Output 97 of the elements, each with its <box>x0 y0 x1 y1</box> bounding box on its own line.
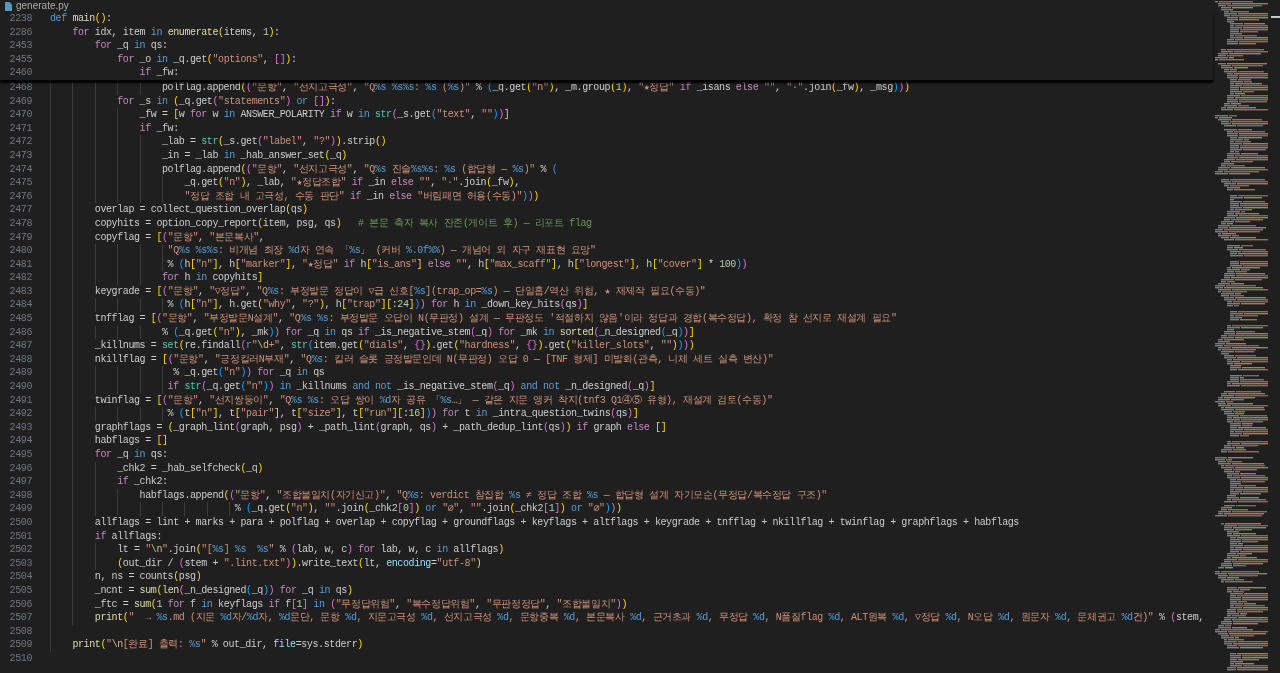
line-number: 2453 <box>9 39 32 53</box>
code-line: lt = "\n".join("[%s] %s %s" % (lab, w, c) for lab, w, c in allflags) <box>117 543 504 557</box>
line-number: 2498 <box>9 488 32 503</box>
code-line: polflag.append(("문항", "선지고극성", "Q%s 진술%s%s: %s (합답형 — %s)" % ( <box>162 162 558 177</box>
line-number: 2505 <box>9 583 32 598</box>
code-line: print(" → %s.md (지문 %d자/%d자, %d문단, 문항 %d, 지문고극성 %d, 선지고극성 %d, 문항중복 %d, 본문복사 %d, 근거초과 %d, 무정답 %d, N품질flag %d, ALT원복 %d, ▽정답 %d, N오답 %d, 원문자 %d, 문체권고 %d건)" % (stem, <box>94 611 1204 625</box>
line-number: 2506 <box>9 597 32 612</box>
code-line: copyhits = option_copy_report(item, psg, qs) # 본문 축자 복사 잔존(게이트 후) — 리포트 flag <box>94 216 592 231</box>
line-number: 2494 <box>9 434 32 448</box>
line-number: 2286 <box>9 25 32 40</box>
code-line: _ncnt = sum(len(_n_designed(_q)) for _q in qs) <box>94 583 353 598</box>
line-number: 2486 <box>9 325 32 340</box>
code-line: habflags.append(("문항", "조합불일치(자기신고)", "Q%s: verdict 참집합 %s ≠ 정답 조합 %s — 합답형 설계 자기모순(무정답/복수정답 구조)" <box>139 488 827 503</box>
line-number: 2477 <box>9 203 32 217</box>
line-number: 2476 <box>9 189 32 204</box>
code-line: nkillflag = [("문항", "긍정킬러N부재", "Q%s: 킬러 슬롯 긍정발문인데 N(무판정) 오답 0 — [TNF 형제] 미발화(관측, 니체 세트 실측 변산)" <box>94 352 774 367</box>
line-number: 2495 <box>9 448 32 462</box>
code-line: _ftc = sum(1 for f in keyflags if f[1] in ("무정답위험", "복수정답위험", "무판정정답", "조합불일치")) <box>94 597 627 612</box>
line-number: 2492 <box>9 407 32 421</box>
line-number: 2497 <box>9 475 32 489</box>
line-number: 2496 <box>9 461 32 476</box>
code-line: % _q.get("n")) for _q in qs <box>173 366 325 381</box>
code-line: for _s in (_q.get("statements") or []): <box>117 94 336 109</box>
line-number: 2483 <box>9 284 32 299</box>
line-number: 2508 <box>9 624 32 639</box>
file-icon <box>5 1 12 11</box>
line-number: 2485 <box>9 312 32 326</box>
code-line: keygrade = [("문항", "▽정답", "Q%s: 부정발문 정답이 ▽급 신호[%s](trap_op=%s) — 단일홉/역산 위험, ★ 재제작 필요(수동)" <box>94 284 706 299</box>
line-number: 2479 <box>9 230 32 245</box>
code-line: % (h["n"], h["marker"], "★정답" if h["is_ans"] else "", h["max_scaff"], h["longest"], h["cover"] * 100)) <box>167 257 748 272</box>
line-number: 2481 <box>9 257 32 272</box>
code-line: for _o in _q.get("options", []): <box>117 52 297 67</box>
code-line: def main(): <box>50 12 112 26</box>
line-number: 2499 <box>9 502 32 516</box>
code-line: for _q in qs: <box>94 39 168 53</box>
line-number: 2460 <box>9 66 32 80</box>
code-line: % (h["n"], h.get("why", "?"), h["trap"][:24])) for h in _down_key_hits(qs)] <box>167 298 588 313</box>
code-line: if _chk2: <box>117 475 168 489</box>
line-number: 2500 <box>9 515 32 530</box>
line-number: 2455 <box>9 52 32 67</box>
code-line: _q.get("n"), _lab, "★정답조합" if _in else "", "·".join(_fw), <box>184 176 520 190</box>
code-line: for _q in qs: <box>94 448 168 462</box>
line-number: 2487 <box>9 339 32 353</box>
line-number: 2488 <box>9 352 32 367</box>
code-line: print("\n[완료] 출력: %s" % out_dir, file=sys.stderr) <box>72 638 363 652</box>
code-line: if _fw: <box>139 66 179 80</box>
code-line: _killnums = set(re.findall(r"\d+", str(item.get("dials", {}).get("hardness", {}).get("killer_slots", "")))) <box>94 339 695 353</box>
line-number: 2468 <box>9 80 32 95</box>
line-number: 2507 <box>9 611 32 625</box>
code-line: _fw = [w for w in ANSWER_POLARITY if w in str(_s.get("text", ""))] <box>139 108 510 122</box>
code-line: _chk2 = _hab_selfcheck(_q) <box>117 461 263 476</box>
code-line: habflags = [] <box>94 434 168 448</box>
line-number: 2478 <box>9 216 32 231</box>
line-number: 2489 <box>9 366 32 381</box>
line-number: 2503 <box>9 556 32 571</box>
line-number: 2472 <box>9 135 32 149</box>
line-number: 2470 <box>9 108 32 122</box>
line-number: 2480 <box>9 244 32 258</box>
code-line: copyflag = [("문항", "본문복사", <box>94 230 265 245</box>
line-number: 2473 <box>9 148 32 163</box>
line-number: 2490 <box>9 380 32 394</box>
code-line: if str(_q.get("n")) in _killnums and not _is_negative_stem(_q) and not _n_designed(_q)] <box>167 380 656 394</box>
line-number: 2471 <box>9 121 32 136</box>
code-line: % (_q.get("n"), "".join(_chk2[0]) or "∅", "".join(_chk2[1]) or "∅"))) <box>234 502 622 516</box>
line-number: 2475 <box>9 176 32 190</box>
line-number: 2493 <box>9 420 32 435</box>
code-line: graphflags = (_graph_lint(graph, psg) + _path_lint(graph, qs) + _path_dedup_lint(qs)) if graph else [] <box>94 420 667 435</box>
code-line: tnfflag = [("문항", "부정발문N설계", "Q%s %s: 부정발문 오답이 N(무판정) 설계 — 무판정도 '적절하지 않음'이라 정답과 경합(복수정답), 확정 참 선지로 재설계 필요" <box>94 312 897 326</box>
code-line: % (t["n"], t["pair"], t["size"], t["run"][:16])) for t in _intra_question_twins(qs)] <box>167 407 639 421</box>
minimap-drawing[interactable] <box>1213 0 1280 673</box>
line-number: 2474 <box>9 162 32 177</box>
line-number: 2510 <box>9 651 32 666</box>
line-number: 2482 <box>9 271 32 285</box>
code-line: allflags = lint + marks + para + polflag + overlap + copyflag + groundflags + keyflags + altflags + keygrade + tnfflag + nkillflag + twinflag + graphflags + habflags <box>94 515 1019 530</box>
line-number: 2491 <box>9 393 32 408</box>
line-number: 2502 <box>9 543 32 557</box>
line-number: 2501 <box>9 529 32 544</box>
code-line: n, ns = counts(psg) <box>94 570 202 584</box>
code-line: for h in copyhits] <box>162 271 263 285</box>
code-line: "정답 조합 내 고극성, 수동 판단" if _in else "버림패면 허용(수동)"))) <box>184 189 539 204</box>
code-line: "Q%s %s%s: 비개념 최장 %d자 연속 「%s」 (커버 %.0f%%) — 개념어 외 자구 재표현 요망" <box>167 244 596 258</box>
code-line: if allflags: <box>94 529 162 544</box>
line-number: 2238 <box>9 12 32 26</box>
line-number: 2484 <box>9 298 32 313</box>
code-line: % (_q.get("n"), _mk)) for _q in qs if _is_negative_stem(_q) for _mk in sorted(_n_designed(_q))] <box>162 325 695 340</box>
line-number: 2469 <box>9 94 32 109</box>
code-line: _lab = str(_s.get("label", "?")).strip() <box>162 135 387 149</box>
line-number: 2509 <box>9 638 32 652</box>
breadcrumb-file[interactable]: generate.py <box>16 0 69 12</box>
code-line: (out_dir / (stem + ".lint.txt")).write_text(lt, encoding="utf-8") <box>117 556 482 571</box>
code-line: overlap = collect_question_overlap(qs) <box>94 203 308 217</box>
code-line: twinflag = [("문항", "선지쌍둥이", "Q%s %s: 오답 쌍이 %d자 공유 「%s…」 — 같은 지문 앵커 착지(tnf3 Q1④⑤ 유형), 재설계 검토(수동)" <box>94 393 773 408</box>
code-line: if _fw: <box>139 121 179 136</box>
code-line: _in = _lab in _hab_answer_set(_q) <box>162 148 347 163</box>
code-line: polflag.append(("문항", "선지고극성", "Q%s %s%s: %s (%s)" % (_q.get("n"), _m.group(1), "★정답" if _isans else "", "·".join(_fw), _msg))) <box>162 80 910 95</box>
code-line: for idx, item in enumerate(items, 1): <box>72 25 280 40</box>
line-number: 2504 <box>9 570 32 584</box>
